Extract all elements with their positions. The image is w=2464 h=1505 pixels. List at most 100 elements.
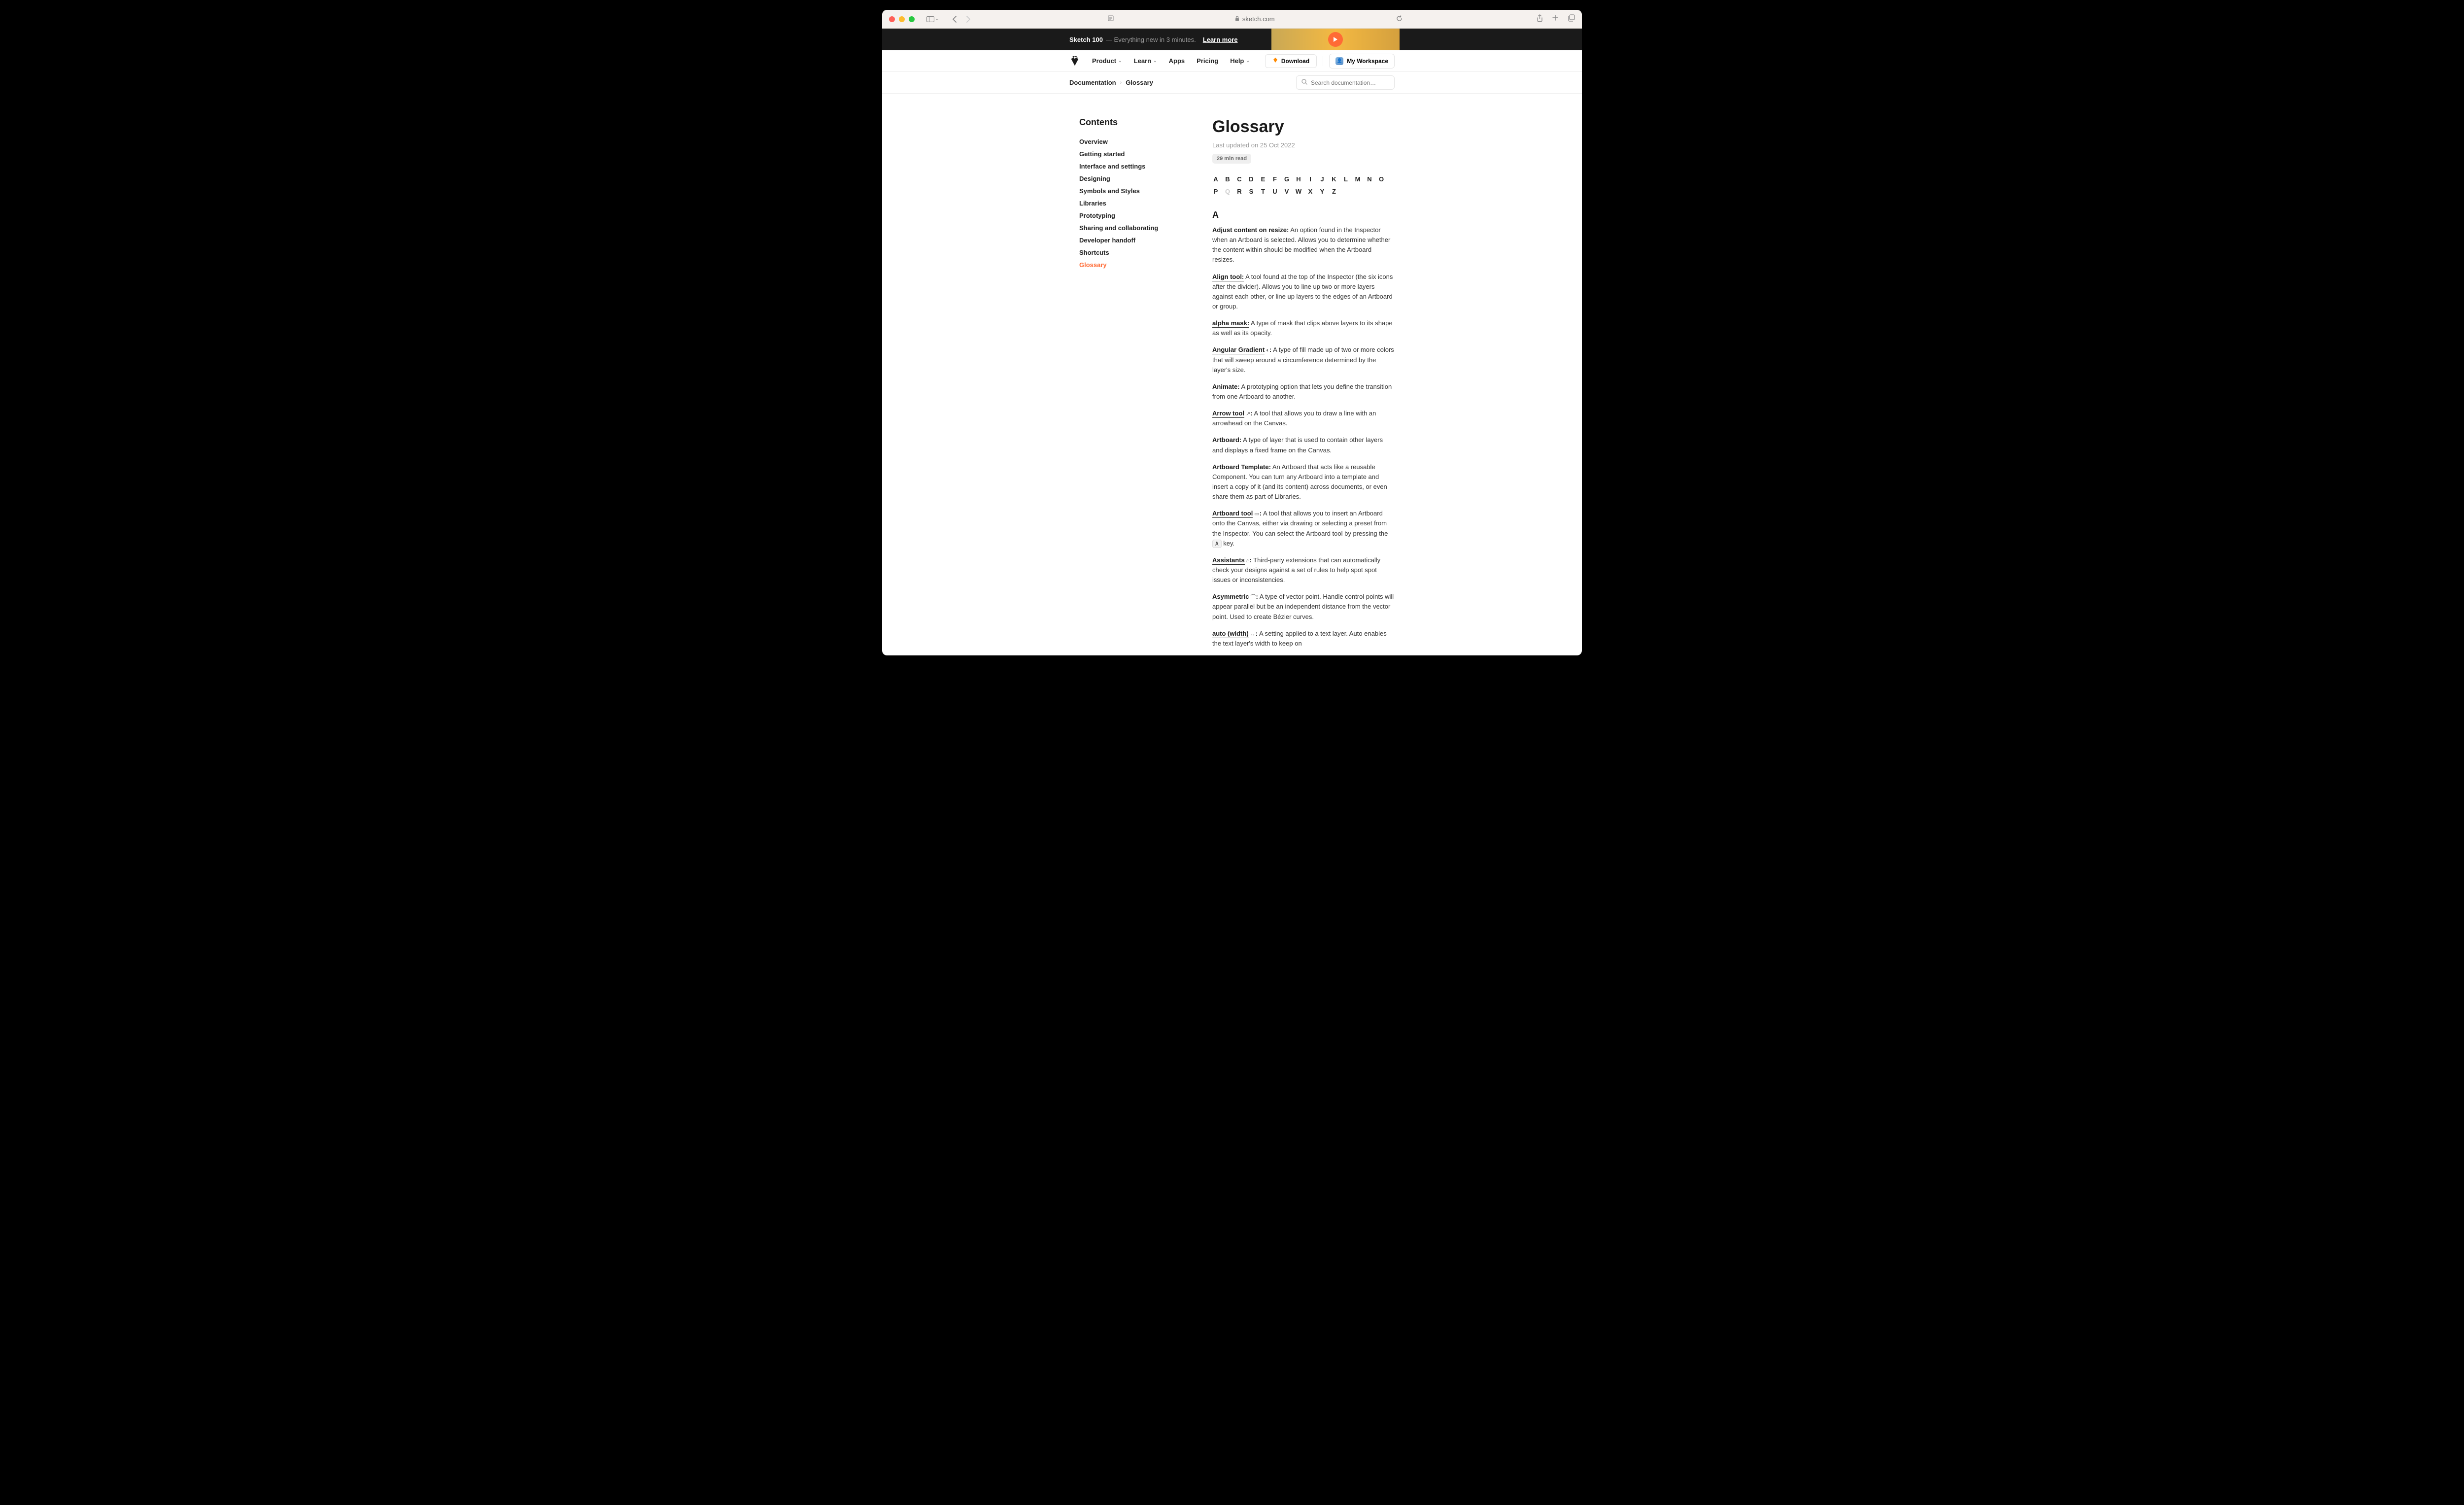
glossary-term: Artboard Template:: [1212, 463, 1271, 471]
glossary-term[interactable]: alpha mask:: [1212, 319, 1249, 328]
back-button[interactable]: [949, 15, 959, 24]
glossary-term[interactable]: auto (width): [1212, 630, 1249, 638]
term-icon: ↗: [1244, 411, 1250, 417]
breadcrumb: Documentation › Glossary: [1069, 79, 1153, 86]
alpha-link-q: Q: [1224, 188, 1231, 195]
alpha-link-h[interactable]: H: [1295, 175, 1302, 183]
sidebar-item-designing[interactable]: Designing: [1079, 172, 1168, 185]
maximize-window-button[interactable]: [909, 16, 915, 22]
refresh-button[interactable]: [1396, 15, 1403, 23]
alpha-link-s[interactable]: S: [1248, 188, 1255, 195]
glossary-term: Artboard:: [1212, 436, 1241, 444]
workspace-icon: 👤: [1335, 57, 1343, 65]
alpha-link-k[interactable]: K: [1331, 175, 1337, 183]
logo[interactable]: [1069, 56, 1080, 67]
minimize-window-button[interactable]: [899, 16, 905, 22]
breadcrumb-current: Glossary: [1126, 79, 1153, 86]
search-box[interactable]: [1296, 75, 1395, 90]
sidebar-item-prototyping[interactable]: Prototyping: [1079, 209, 1168, 222]
sidebar-item-sharing-and-collaborating[interactable]: Sharing and collaborating: [1079, 222, 1168, 234]
glossary-term: Animate:: [1212, 383, 1240, 390]
term-icon: ◐: [1265, 347, 1269, 353]
glossary-term: Adjust content on resize:: [1212, 226, 1289, 234]
glossary-term[interactable]: Angular Gradient: [1212, 346, 1265, 354]
alpha-link-f[interactable]: F: [1271, 175, 1278, 183]
alpha-link-e[interactable]: E: [1260, 175, 1266, 183]
tabs-button[interactable]: [1568, 14, 1575, 24]
glossary-term[interactable]: Assistants: [1212, 556, 1245, 565]
workspace-label: My Workspace: [1347, 58, 1388, 65]
download-icon: [1272, 58, 1278, 65]
address-bar[interactable]: sketch.com: [974, 15, 1537, 23]
banner-artwork: [1271, 29, 1400, 50]
sidebar-item-glossary[interactable]: Glossary: [1079, 259, 1168, 271]
glossary-term[interactable]: Arrow tool: [1212, 410, 1244, 418]
breadcrumb-documentation[interactable]: Documentation: [1069, 79, 1116, 86]
glossary-entry: Artboard: A type of layer that is used t…: [1212, 435, 1395, 455]
keyboard-key: A: [1212, 540, 1222, 548]
alpha-link-c[interactable]: C: [1236, 175, 1243, 183]
glossary-entry: Artboard Template: An Artboard that acts…: [1212, 462, 1395, 502]
sidebar-item-libraries[interactable]: Libraries: [1079, 197, 1168, 209]
sidebar-toggle-button[interactable]: ⌄: [924, 15, 942, 23]
nav-item-learn[interactable]: Learn⌄: [1134, 57, 1157, 65]
glossary-entry: Asymmetric ⌒: A type of vector point. Ha…: [1212, 592, 1395, 621]
sidebar-item-overview[interactable]: Overview: [1079, 136, 1168, 148]
sidebar-item-interface-and-settings[interactable]: Interface and settings: [1079, 160, 1168, 172]
glossary-entry: Align tool: A tool found at the top of t…: [1212, 272, 1395, 312]
alpha-link-r[interactable]: R: [1236, 188, 1243, 195]
section-heading: A: [1212, 210, 1395, 220]
term-icon: ▭: [1253, 511, 1259, 517]
alpha-link-y[interactable]: Y: [1319, 188, 1326, 195]
play-button[interactable]: [1328, 32, 1343, 47]
read-time-badge: 29 min read: [1212, 154, 1251, 164]
alpha-link-j[interactable]: J: [1319, 175, 1326, 183]
alpha-link-v[interactable]: V: [1283, 188, 1290, 195]
alpha-link-n[interactable]: N: [1366, 175, 1373, 183]
alpha-link-g[interactable]: G: [1283, 175, 1290, 183]
workspace-button[interactable]: 👤 My Workspace: [1329, 54, 1395, 68]
close-window-button[interactable]: [889, 16, 895, 22]
nav-item-help[interactable]: Help⌄: [1230, 57, 1250, 65]
glossary-entry: Assistants ⌂: Third-party extensions tha…: [1212, 555, 1395, 585]
alpha-link-i[interactable]: I: [1307, 175, 1314, 183]
banner-title: Sketch 100: [1069, 36, 1103, 43]
alpha-link-m[interactable]: M: [1354, 175, 1361, 183]
alphabet-nav: ABCDEFGHIJKLMNO PQRSTUVWXYZ: [1212, 175, 1395, 195]
banner-learn-more-link[interactable]: Learn more: [1203, 36, 1238, 43]
alpha-link-d[interactable]: D: [1248, 175, 1255, 183]
alpha-link-x[interactable]: X: [1307, 188, 1314, 195]
search-input[interactable]: [1311, 79, 1389, 86]
glossary-term[interactable]: Align tool:: [1212, 273, 1244, 281]
url-text: sketch.com: [1242, 15, 1275, 23]
download-button[interactable]: Download: [1265, 54, 1317, 68]
alpha-link-t[interactable]: T: [1260, 188, 1266, 195]
share-button[interactable]: [1537, 14, 1543, 24]
sidebar-item-shortcuts[interactable]: Shortcuts: [1079, 246, 1168, 259]
alpha-link-a[interactable]: A: [1212, 175, 1219, 183]
reader-mode-icon[interactable]: [1108, 15, 1114, 23]
sidebar-item-developer-handoff[interactable]: Developer handoff: [1079, 234, 1168, 246]
chevron-down-icon: ⌄: [1153, 58, 1157, 64]
alpha-link-w[interactable]: W: [1295, 188, 1302, 195]
nav-item-pricing[interactable]: Pricing: [1197, 57, 1218, 65]
glossary-entry: auto (width) ↔: A setting applied to a t…: [1212, 629, 1395, 649]
nav-item-product[interactable]: Product⌄: [1092, 57, 1122, 65]
alpha-link-p[interactable]: P: [1212, 188, 1219, 195]
glossary-entry: Angular Gradient ◐: A type of fill made …: [1212, 345, 1395, 375]
alpha-link-o[interactable]: O: [1378, 175, 1385, 183]
alpha-link-z[interactable]: Z: [1331, 188, 1337, 195]
traffic-lights: [889, 16, 915, 22]
article: Glossary Last updated on 25 Oct 2022 29 …: [1212, 117, 1395, 655]
download-label: Download: [1281, 58, 1309, 65]
new-tab-button[interactable]: [1552, 14, 1559, 24]
nav-item-apps[interactable]: Apps: [1169, 57, 1185, 65]
alpha-link-u[interactable]: U: [1271, 188, 1278, 195]
term-icon: ⌒: [1249, 594, 1256, 600]
glossary-term[interactable]: Artboard tool: [1212, 510, 1253, 518]
alpha-link-b[interactable]: B: [1224, 175, 1231, 183]
forward-button[interactable]: [963, 15, 974, 24]
alpha-link-l[interactable]: L: [1342, 175, 1349, 183]
sidebar-item-symbols-and-styles[interactable]: Symbols and Styles: [1079, 185, 1168, 197]
sidebar-item-getting-started[interactable]: Getting started: [1079, 148, 1168, 160]
